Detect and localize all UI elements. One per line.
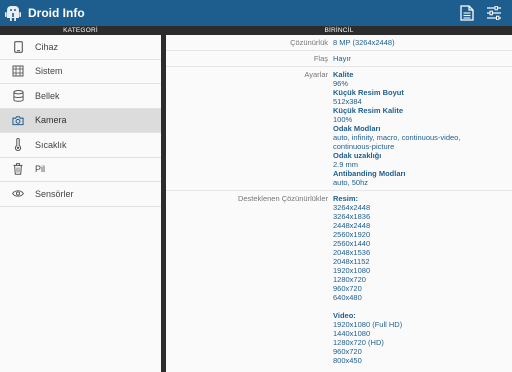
list-item: 2048x1536 bbox=[333, 248, 371, 257]
chip-icon bbox=[12, 65, 24, 77]
sidebar-item-label: Cihaz bbox=[35, 41, 59, 52]
list-item: 960x720 bbox=[333, 284, 362, 293]
antibanding-value: auto, 50hz bbox=[333, 178, 369, 187]
list-item: 1280x720 bbox=[333, 275, 366, 284]
sidebar-item-memory[interactable]: Bellek bbox=[0, 84, 161, 109]
sidebar-item-camera[interactable]: Kamera bbox=[0, 108, 161, 133]
flash-label: Flaş bbox=[313, 54, 328, 63]
sliders-icon bbox=[487, 6, 501, 20]
app-title: Droid Info bbox=[28, 6, 85, 20]
sidebar-item-battery[interactable]: Pil bbox=[0, 158, 161, 182]
supported-resolutions-row: Desteklenen Çözünürlükler Resim: 3264x24… bbox=[166, 191, 512, 368]
camera-details-pane[interactable]: Çözünürlük 8 MP (3264x2448) Flaş Hayır A… bbox=[166, 35, 512, 372]
video-key: Video: bbox=[333, 311, 356, 320]
thermometer-icon bbox=[12, 138, 24, 152]
list-item: 1280x720 (HD) bbox=[333, 338, 384, 347]
sidebar-item-label: Bellek bbox=[35, 90, 60, 101]
antibanding-key: Antibanding Modları bbox=[333, 169, 406, 178]
database-icon bbox=[12, 89, 24, 102]
supported-resolutions-label: Desteklenen Çözünürlükler bbox=[237, 194, 328, 203]
primary-header: BİRİNCİL bbox=[324, 27, 354, 34]
thumb-quality-key: Küçük Resim Kalite bbox=[333, 106, 404, 115]
thumb-size-key: Küçük Resim Boyut bbox=[333, 88, 404, 97]
list-item: 3264x2448 bbox=[333, 203, 371, 212]
category-header: KATEGORİ bbox=[63, 27, 98, 34]
sidebar-item-system[interactable]: Sistem bbox=[0, 60, 161, 84]
sidebar-item-label: Kamera bbox=[35, 115, 67, 126]
sidebar-item-sensors[interactable]: Sensörler bbox=[0, 182, 161, 207]
settings-label: Ayarlar bbox=[304, 70, 328, 79]
focus-modes-value: auto, infinity, macro, continuous-video,… bbox=[333, 133, 461, 151]
list-item: 1920x1080 (Full HD) bbox=[333, 320, 403, 329]
focus-distance-key: Odak uzaklığı bbox=[333, 151, 382, 160]
picture-key: Resim: bbox=[333, 194, 359, 203]
list-item: 2560x1920 bbox=[333, 230, 371, 239]
list-item: 1440x1080 bbox=[333, 329, 371, 338]
sidebar-item-device[interactable]: Cihaz bbox=[0, 35, 161, 60]
document-icon bbox=[460, 5, 474, 21]
sidebar-item-label: Sıcaklık bbox=[35, 139, 67, 150]
list-item: 640x480 bbox=[333, 293, 362, 302]
resolution-value: 8 MP (3264x2448) bbox=[333, 38, 395, 47]
flash-value: Hayır bbox=[333, 54, 351, 63]
android-icon bbox=[4, 4, 22, 22]
focus-modes-key: Odak Modları bbox=[333, 124, 381, 133]
phone-icon bbox=[12, 40, 24, 53]
list-item: 1920x1080 bbox=[333, 266, 371, 275]
sidebar-item-temperature[interactable]: Sıcaklık bbox=[0, 133, 161, 158]
thumb-quality-value: 100% bbox=[333, 115, 353, 124]
sidebar-item-label: Pil bbox=[35, 164, 46, 175]
thumb-size-value: 512x384 bbox=[333, 97, 362, 106]
trash-icon bbox=[12, 163, 24, 176]
flash-row: Flaş Hayır bbox=[166, 51, 512, 67]
list-item: 2448x2448 bbox=[333, 221, 371, 230]
quality-value: 96% bbox=[333, 79, 349, 88]
resolution-label: Çözünürlük bbox=[290, 38, 328, 47]
eye-icon bbox=[12, 188, 24, 200]
settings-button[interactable] bbox=[485, 4, 503, 22]
sidebar-item-label: Sensörler bbox=[35, 188, 74, 199]
app-bar: Droid Info bbox=[0, 0, 512, 26]
settings-row: Ayarlar Kalite 96% Küçük Resim Boyut 512… bbox=[166, 67, 512, 191]
list-item: 3264x1836 bbox=[333, 212, 371, 221]
column-header-bar: KATEGORİ BİRİNCİL bbox=[0, 26, 512, 35]
report-button[interactable] bbox=[458, 4, 476, 22]
quality-key: Kalite bbox=[333, 70, 354, 79]
list-item: 2048x1152 bbox=[333, 257, 370, 266]
resolution-row: Çözünürlük 8 MP (3264x2448) bbox=[166, 35, 512, 51]
focus-distance-value: 2.9 mm bbox=[333, 160, 359, 169]
list-item: 960x720 bbox=[333, 347, 362, 356]
list-item: 800x450 bbox=[333, 356, 362, 365]
list-item: 2560x1440 bbox=[333, 239, 371, 248]
camera-icon bbox=[12, 114, 24, 126]
category-sidebar: Cihaz Sistem Bellek Kamera Sıcaklık Pil bbox=[0, 35, 161, 372]
sidebar-item-label: Sistem bbox=[35, 66, 63, 77]
